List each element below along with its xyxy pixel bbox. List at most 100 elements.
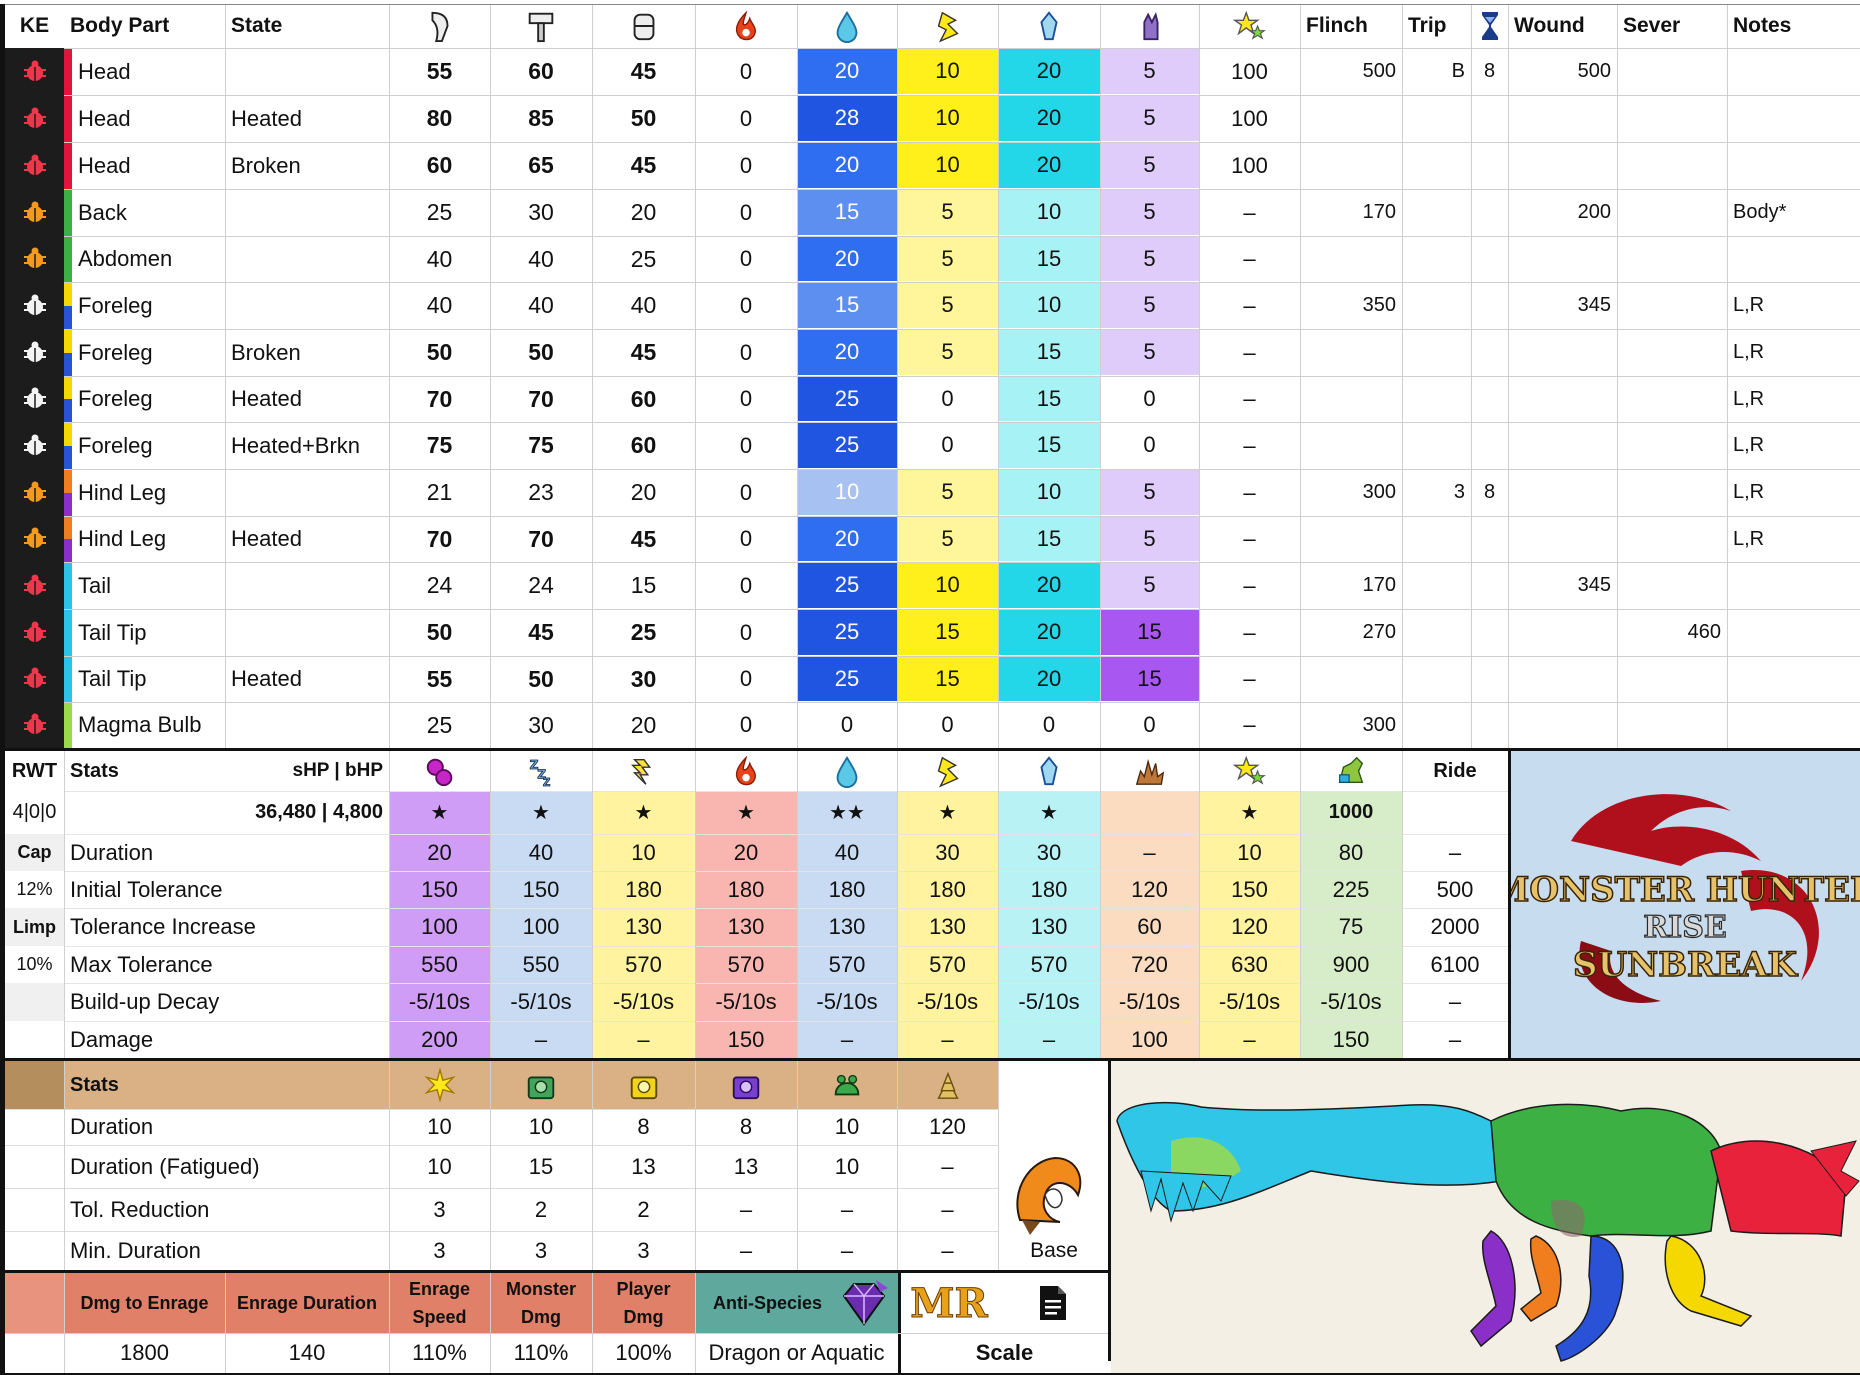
- enrage-row-line: [5, 1333, 1108, 1334]
- shot-value: 45: [630, 339, 657, 365]
- blunt-value: 23: [528, 479, 554, 505]
- body-part-cell: Tail: [78, 572, 112, 598]
- water-value: 20: [797, 142, 897, 189]
- flinch-value: [1300, 236, 1402, 282]
- shot-value: 40: [630, 292, 657, 318]
- sever-icon-cell: [389, 4, 490, 48]
- bug-icon: [22, 386, 48, 412]
- enrage-col-line: [695, 1273, 696, 1373]
- dragon-value: 5: [1100, 236, 1199, 282]
- trap-row-line: [5, 1231, 998, 1232]
- side-bar: [64, 352, 72, 376]
- status-value: 100: [522, 914, 560, 939]
- status-value: 120: [1231, 914, 1268, 939]
- blunt-value: 24: [528, 572, 554, 598]
- ice-icon: [1032, 9, 1066, 43]
- hp-value: 36,480 | 4,800: [255, 801, 383, 823]
- status-row-label: Damage: [70, 1026, 154, 1052]
- status-value: 130: [625, 914, 662, 939]
- hitzone-diagram: [1111, 1061, 1860, 1375]
- status-value: 10: [631, 839, 656, 865]
- state-cell: [225, 48, 389, 95]
- thunder-value: 5: [897, 329, 998, 376]
- enrage-header: Player Dmg: [616, 1279, 671, 1327]
- thunder-value: 10: [897, 142, 998, 189]
- flinch-value: 350: [1362, 294, 1396, 316]
- status-value: 130: [727, 914, 765, 939]
- sleep-icon-cell: ZZZ: [490, 751, 592, 791]
- body-part-cell: Head: [78, 58, 131, 84]
- trip-duration-value: 8: [1483, 60, 1496, 82]
- ke-row-9: [5, 469, 64, 516]
- ke-row-1: [5, 95, 64, 142]
- wound-value: [1508, 422, 1617, 469]
- stun-value: 100: [1231, 105, 1268, 131]
- col-line: [1471, 4, 1472, 750]
- status-value: 570: [625, 951, 662, 977]
- sever-threshold-value: 460: [1687, 621, 1721, 643]
- state-cell: Broken: [231, 339, 301, 365]
- ice-value: 15: [998, 422, 1100, 469]
- body-part-cell: Head: [78, 105, 131, 131]
- water-value: 20: [797, 48, 897, 95]
- trip-value: [1402, 376, 1471, 422]
- sever-threshold-value: [1617, 376, 1727, 422]
- status-value: 180: [929, 876, 966, 902]
- state-cell: [225, 189, 389, 236]
- gem-icon: [836, 1278, 892, 1328]
- status-col-line: [490, 751, 491, 1058]
- dragon-value: 15: [1100, 656, 1199, 702]
- ke-row-8: [5, 422, 64, 469]
- doc-icon-cell: [998, 1273, 1108, 1333]
- stun-value: –: [1243, 479, 1256, 505]
- water-value: 20: [797, 329, 897, 376]
- status-value: 100: [1131, 1026, 1168, 1052]
- thunder-icon-cell: [897, 4, 998, 48]
- shot-value: 25: [630, 245, 657, 272]
- dragon-icon-cell: [1100, 4, 1199, 48]
- fire-value: 0: [739, 572, 753, 598]
- trap-value: 10: [528, 1114, 554, 1139]
- side-bar: [64, 236, 72, 282]
- stats-header: Stats: [70, 759, 119, 782]
- trip-header: Trip: [1408, 14, 1447, 37]
- row-line: [64, 562, 1860, 563]
- blunt-value: 85: [528, 105, 554, 131]
- trap-col-line: [797, 1061, 798, 1270]
- status-col-line: [1199, 751, 1200, 1058]
- status-value: -5/10s: [510, 989, 572, 1014]
- fire-value: 0: [739, 619, 753, 645]
- fire-value: 0: [739, 479, 753, 505]
- paralysis-trap-icon-cell: [695, 1061, 797, 1109]
- trap-value: 8: [739, 1114, 753, 1139]
- thunder-value: 10: [897, 95, 998, 142]
- flinch-value: 170: [1362, 201, 1396, 223]
- shot-value: 45: [630, 152, 657, 178]
- ride-header: Ride: [1433, 759, 1477, 782]
- blunt-icon-cell: [490, 4, 592, 48]
- bug-icon: [22, 712, 48, 738]
- status-value: 130: [828, 914, 866, 939]
- fire-value: 0: [739, 526, 753, 551]
- shot-value: 20: [630, 711, 657, 738]
- sever-threshold-value: [1617, 142, 1727, 189]
- body-part-cell: Foreleg: [78, 292, 153, 318]
- sever-value: 50: [426, 339, 453, 365]
- flinch-value: [1300, 516, 1402, 562]
- ke-row-7: [5, 376, 64, 422]
- monster-hitzone-diagram: [1116, 1101, 1860, 1362]
- trip-duration-value: [1471, 656, 1508, 702]
- state-cell: Broken: [231, 152, 301, 178]
- trip-duration-value: [1471, 189, 1508, 236]
- fire-value: 0: [739, 58, 753, 84]
- status-value: 20: [733, 839, 759, 865]
- status-value: 225: [1332, 876, 1370, 902]
- notes-value: L,R: [1733, 527, 1765, 550]
- state-cell: [225, 236, 389, 282]
- dragon-value: 5: [1100, 95, 1199, 142]
- sever-value: 55: [426, 665, 453, 692]
- logo-panel: MONSTER HUNTER RISE SUNBREAK: [1511, 751, 1860, 1058]
- side-bar: [64, 516, 72, 539]
- water-value: 25: [797, 376, 897, 422]
- ke-header: KE: [19, 14, 50, 37]
